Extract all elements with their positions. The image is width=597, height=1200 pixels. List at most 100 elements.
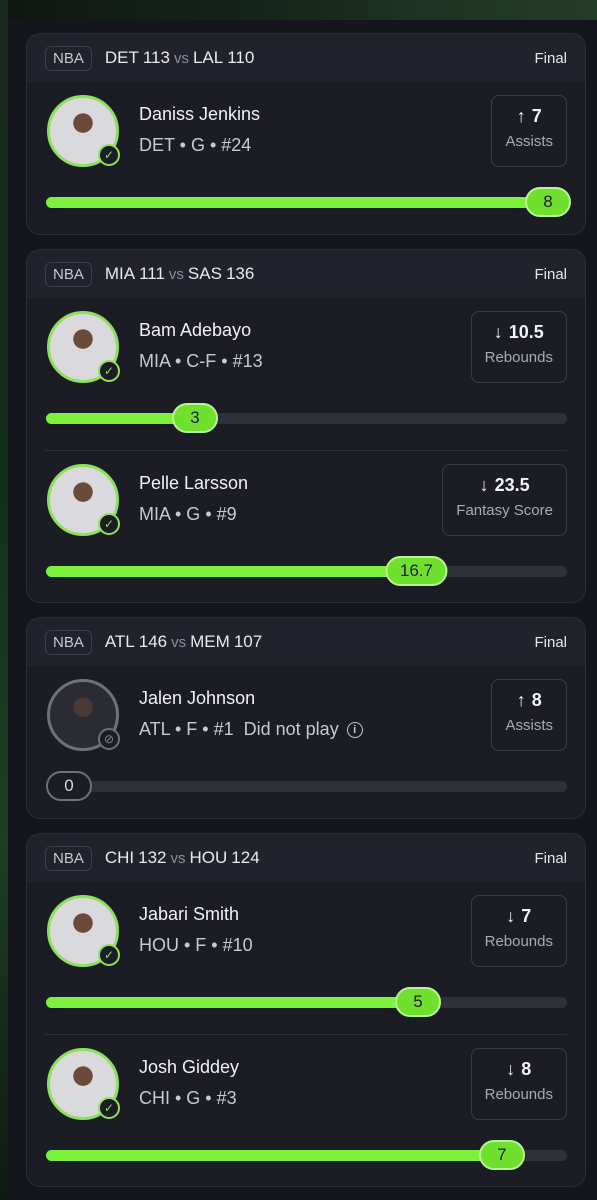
matchup: DET 113 vs LAL 110 (105, 48, 254, 68)
progress-track: 7 (46, 1140, 567, 1170)
arrow-down-icon: ↓ (479, 475, 489, 495)
progress-track: 3 (46, 403, 567, 433)
stat-type: Rebounds (484, 933, 553, 950)
player-row[interactable]: ⊘ Jalen Johnson ATL • F • #1 Did not pla… (27, 666, 585, 818)
progress-fill (46, 197, 567, 208)
home-score: 136 (225, 264, 255, 283)
player-row[interactable]: ✓ Bam Adebayo MIA • C-F • #13 ↓ 10.5 Rebo… (27, 298, 585, 450)
game-card[interactable]: NBA CHI 132 vs HOU 124 Final ✓ Jabari Sm… (26, 833, 586, 1187)
stat-type: Rebounds (484, 1086, 553, 1103)
stat-line-box: ↑ 8 Assists (491, 679, 567, 751)
player-info-text: DET • G • #24 (139, 135, 252, 155)
player-name: Daniss Jenkins (139, 104, 261, 124)
matchup: CHI 132 vs HOU 124 (105, 848, 260, 868)
league-badge: NBA (45, 845, 92, 871)
player-info: HOU • F • #10 (139, 935, 253, 956)
home-team: LAL (192, 48, 224, 67)
game-status: Final (534, 633, 567, 651)
game-status: Final (534, 265, 567, 283)
player-row[interactable]: ✓ Josh Giddey CHI • G • #3 ↓ 8 Rebounds 7 (45, 1034, 567, 1186)
player-name: Jalen Johnson (139, 688, 256, 708)
arrow-up-icon: ↑ (516, 690, 526, 710)
player-name: Bam Adebayo (139, 320, 252, 340)
game-card[interactable]: NBA MIA 111 vs SAS 136 Final ✓ Bam Adeba… (26, 249, 586, 603)
stat-type: Assists (505, 133, 553, 150)
away-score: 111 (139, 264, 165, 283)
arrow-up-icon: ↑ (516, 106, 526, 126)
stat-line-box: ↓ 7 Rebounds (470, 895, 567, 967)
background-edge (0, 0, 8, 1200)
player-info: DET • G • #24 (139, 135, 251, 156)
actual-value-pill: 0 (46, 771, 92, 801)
away-team: ATL (104, 632, 135, 651)
home-score: 124 (231, 848, 260, 867)
background-strip (0, 0, 597, 20)
line-value: 7 (531, 106, 542, 126)
game-header: NBA DET 113 vs LAL 110 Final (27, 34, 585, 82)
info-icon[interactable]: i (346, 721, 363, 738)
arrow-down-icon: ↓ (493, 322, 503, 342)
away-score: 132 (138, 848, 167, 867)
actual-value-pill: 8 (525, 187, 571, 217)
check-icon: ✓ (98, 513, 120, 535)
player-row[interactable]: ✓ Pelle Larsson MIA • G • #9 ↓ 23.5 Fanta… (45, 450, 567, 602)
vs-label: vs (173, 50, 189, 67)
player-name: Josh Giddey (139, 1057, 240, 1077)
away-team: MIA (104, 264, 136, 283)
vs-label: vs (170, 850, 186, 867)
game-card[interactable]: NBA DET 113 vs LAL 110 Final ✓ Daniss Je… (26, 33, 586, 235)
actual-value-pill: 7 (478, 1140, 525, 1170)
home-team: HOU (189, 848, 228, 867)
away-team: DET (104, 48, 139, 67)
player-name: Pelle Larsson (139, 473, 249, 493)
check-icon: ✓ (98, 144, 120, 166)
progress-fill (46, 566, 417, 577)
line-value: 7 (521, 906, 532, 926)
player-info-text: MIA • G • #9 (139, 504, 237, 524)
check-icon: ✓ (98, 360, 120, 382)
actual-value-pill: 3 (172, 403, 218, 433)
player-row[interactable]: ✓ Daniss Jenkins DET • G • #24 ↑ 7 Assist… (27, 82, 585, 234)
player-info-text: HOU • F • #10 (139, 935, 253, 955)
game-status: Final (534, 49, 567, 67)
player-avatar: ✓ (47, 95, 120, 167)
actual-value-pill: 16.7 (385, 556, 447, 586)
not-played-icon: ⊘ (98, 728, 120, 750)
stat-line-box: ↑ 7 Assists (491, 95, 567, 167)
player-info: MIA • C-F • #13 (139, 351, 263, 372)
stat-type: Assists (505, 717, 553, 734)
player-info: ATL • F • #1 Did not play i (139, 719, 363, 740)
game-header: NBA ATL 146 vs MEM 107 Final (27, 618, 585, 666)
league-badge: NBA (45, 45, 92, 71)
away-score: 146 (138, 632, 168, 651)
player-info: CHI • G • #3 (139, 1088, 237, 1109)
home-score: 110 (227, 48, 255, 67)
player-avatar: ⊘ (47, 679, 120, 751)
player-info-text: MIA • C-F • #13 (139, 351, 263, 371)
did-not-play-label: Did not play (243, 719, 339, 739)
progress-track: 5 (46, 987, 567, 1017)
matchup: ATL 146 vs MEM 107 (105, 632, 262, 652)
progress-track: 16.7 (46, 556, 567, 586)
stat-line-box: ↓ 8 Rebounds (470, 1048, 567, 1120)
player-info-text: CHI • G • #3 (139, 1088, 237, 1108)
player-avatar: ✓ (47, 464, 120, 536)
home-score: 107 (233, 632, 263, 651)
actual-value-pill: 5 (394, 987, 441, 1017)
check-icon: ✓ (98, 1097, 120, 1119)
vs-label: vs (168, 266, 184, 283)
progress-track: 8 (46, 187, 571, 217)
stat-line-box: ↓ 10.5 Rebounds (470, 311, 567, 383)
game-header: NBA CHI 132 vs HOU 124 Final (27, 834, 585, 882)
home-team: MEM (190, 632, 230, 651)
player-row[interactable]: ✓ Jabari Smith HOU • F • #10 ↓ 7 Rebounds… (27, 882, 585, 1034)
progress-track: 0 (46, 771, 567, 801)
away-team: CHI (104, 848, 135, 867)
stat-type: Fantasy Score (456, 502, 553, 519)
arrow-down-icon: ↓ (506, 906, 516, 926)
progress-fill (46, 997, 418, 1008)
player-info-text: ATL • F • #1 (139, 719, 234, 739)
stat-line-box: ↓ 23.5 Fantasy Score (442, 464, 567, 536)
line-value: 8 (531, 690, 542, 710)
game-card[interactable]: NBA ATL 146 vs MEM 107 Final ⊘ Jalen Joh… (26, 617, 586, 819)
